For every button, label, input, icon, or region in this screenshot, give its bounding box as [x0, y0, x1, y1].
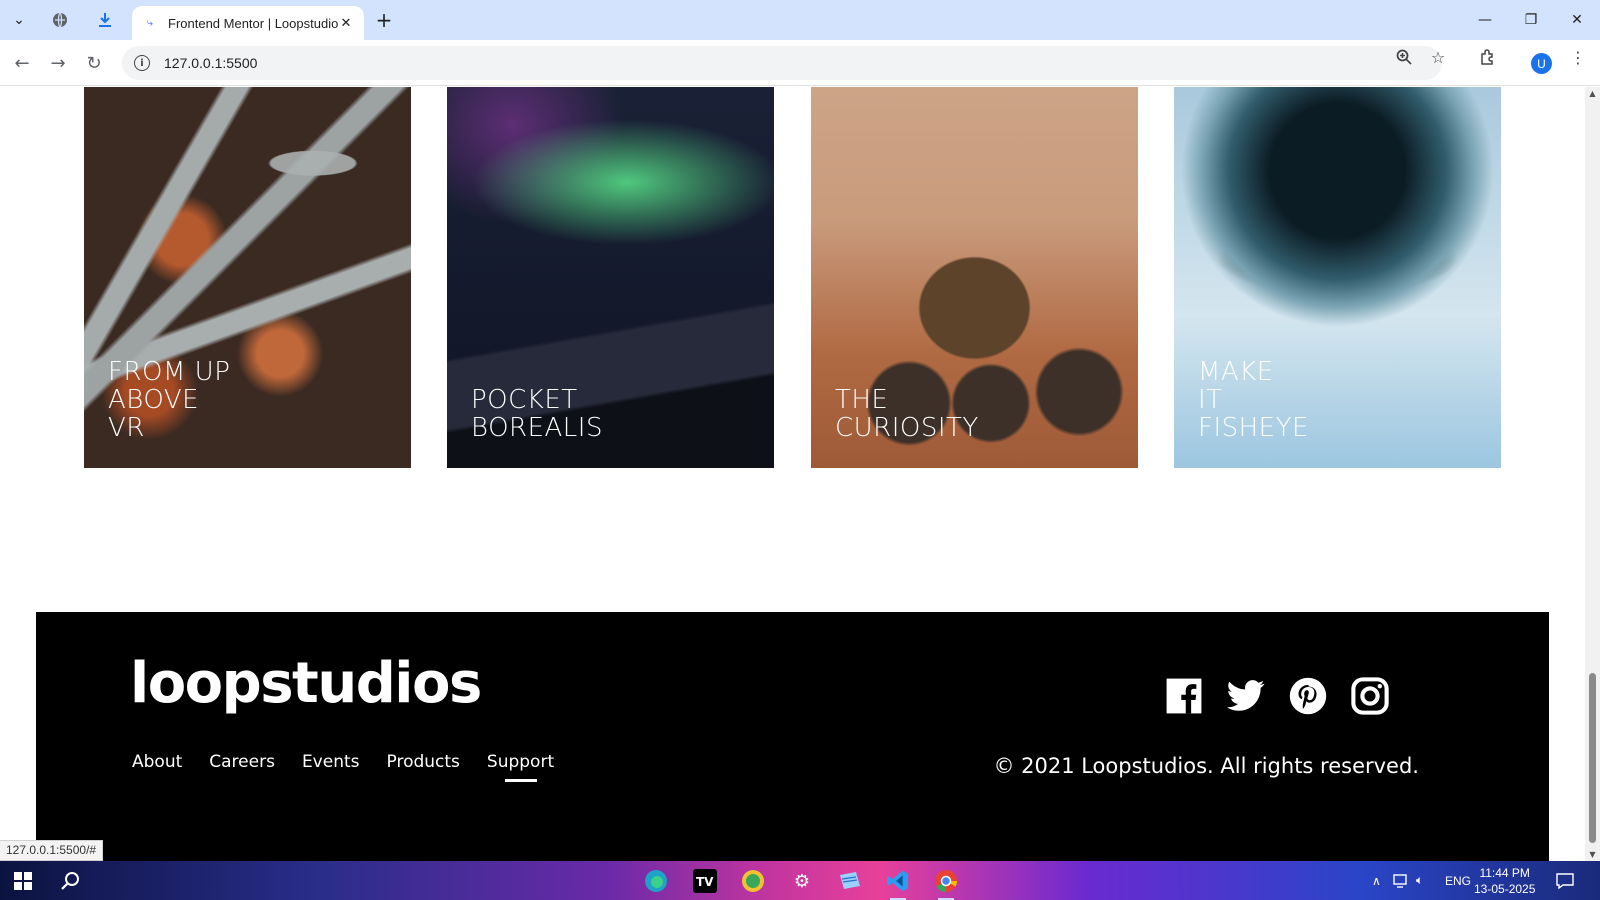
tray-overflow-icon[interactable]: ∧ [1372, 861, 1381, 900]
footer-link-about[interactable]: About [132, 752, 182, 782]
network-icon[interactable] [1393, 861, 1411, 900]
card-title-line: above [108, 385, 200, 415]
card-title: From up above VR [108, 358, 230, 442]
back-button[interactable]: ← [8, 49, 36, 77]
clock-time: 11:44 PM [1479, 866, 1530, 880]
footer-link-support[interactable]: Support [487, 752, 554, 782]
card-title-line: Make [1198, 357, 1274, 387]
settings-gear-icon[interactable]: ⚙ [787, 866, 817, 896]
scroll-down-arrow-icon[interactable]: ▼ [1588, 850, 1597, 859]
twitter-icon[interactable] [1226, 676, 1266, 716]
card-title-line: From up [108, 357, 231, 387]
card-title-line: curiosity [835, 413, 979, 443]
windows-start-icon[interactable] [8, 866, 38, 896]
creation-card-pocket-borealis[interactable]: Pocket borealis [447, 87, 774, 468]
vscode-icon[interactable] [883, 866, 913, 900]
site-info-icon[interactable]: i [134, 55, 150, 71]
footer-logo[interactable]: loopstudios [130, 652, 482, 716]
creation-card-from-up-above-vr[interactable]: From up above VR [84, 87, 411, 468]
card-title: Pocket borealis [471, 386, 603, 442]
extensions-icon[interactable] [1478, 47, 1498, 67]
pinned-tab-icon[interactable] [46, 7, 74, 33]
forward-button[interactable]: → [44, 49, 72, 77]
page-scrollbar[interactable]: ▲ ▼ [1585, 87, 1600, 861]
tab-search-icon[interactable]: ⌄ [5, 7, 33, 33]
finance-app-icon[interactable] [738, 866, 768, 896]
menu-kebab-icon[interactable]: ⋮ [1568, 47, 1588, 67]
card-title-line: The [835, 385, 889, 415]
download-icon[interactable] [91, 7, 119, 33]
facebook-icon[interactable] [1164, 676, 1204, 716]
close-window-button[interactable]: ✕ [1554, 6, 1600, 34]
tab-title: Frontend Mentor | Loopstudios [168, 15, 338, 31]
restore-button[interactable]: ❐ [1508, 6, 1554, 34]
svg-text:TV: TV [696, 875, 714, 889]
notifications-icon[interactable] [1556, 861, 1574, 900]
card-title: Make it fisheye [1198, 358, 1309, 442]
edge-icon[interactable] [641, 866, 671, 896]
page-viewport: From up above VR Pocket borealis The cur… [0, 87, 1585, 861]
instagram-icon[interactable] [1350, 676, 1390, 716]
windows-taskbar: TV ⚙ ∧ 🔈︎ ENG 11:44 PM 13-05-2025 [0, 861, 1600, 900]
scrollbar-thumb[interactable] [1589, 673, 1596, 843]
new-tab-button[interactable]: + [370, 7, 398, 33]
language-indicator[interactable]: ENG [1445, 861, 1471, 900]
clock-date: 13-05-2025 [1474, 882, 1536, 896]
footer-link-products[interactable]: Products [387, 752, 460, 782]
card-title-line: VR [108, 413, 145, 443]
search-icon[interactable] [56, 866, 86, 896]
site-footer: loopstudios About Careers Events Product… [36, 612, 1549, 861]
pinterest-icon[interactable] [1288, 676, 1328, 716]
notes-app-icon[interactable] [835, 866, 865, 896]
address-bar[interactable]: i 127.0.0.1:5500 [122, 46, 1442, 80]
tab-close-icon[interactable]: ✕ [338, 16, 354, 31]
volume-icon[interactable]: 🔈︎ [1416, 861, 1423, 900]
address-url[interactable]: 127.0.0.1:5500 [164, 55, 257, 71]
copyright-text: © 2021 Loopstudios. All rights reserved. [993, 754, 1419, 778]
footer-link-events[interactable]: Events [302, 752, 360, 782]
browser-tab-bar: ⌄ ⤷ Frontend Mentor | Loopstudios ✕ + — … [0, 0, 1600, 40]
creation-card-the-curiosity[interactable]: The curiosity [811, 87, 1138, 468]
zoom-icon[interactable] [1394, 47, 1414, 67]
card-title-line: it [1198, 385, 1223, 415]
tab-active[interactable]: ⤷ Frontend Mentor | Loopstudios ✕ [132, 6, 364, 40]
card-title-line: fisheye [1198, 413, 1309, 443]
scroll-up-arrow-icon[interactable]: ▲ [1588, 89, 1597, 98]
status-bar-url: 127.0.0.1:5500/# [0, 840, 104, 861]
system-clock[interactable]: 11:44 PM 13-05-2025 [1474, 865, 1535, 897]
browser-toolbar: ← → ↻ i 127.0.0.1:5500 ☆ U ⋮ [0, 40, 1600, 86]
reload-button[interactable]: ↻ [80, 49, 108, 77]
tradingview-icon[interactable]: TV [690, 866, 720, 896]
favicon-icon: ⤷ [146, 16, 154, 29]
footer-link-careers[interactable]: Careers [209, 752, 275, 782]
profile-avatar[interactable]: U [1531, 53, 1552, 74]
card-title-line: borealis [471, 413, 603, 443]
chrome-icon[interactable] [931, 866, 961, 900]
card-title: The curiosity [835, 386, 979, 442]
card-title-line: Pocket [471, 385, 578, 415]
creation-card-make-it-fisheye[interactable]: Make it fisheye [1174, 87, 1501, 468]
bookmark-star-icon[interactable]: ☆ [1428, 47, 1448, 67]
footer-nav: About Careers Events Products Support [132, 752, 554, 782]
minimize-button[interactable]: — [1462, 6, 1508, 34]
